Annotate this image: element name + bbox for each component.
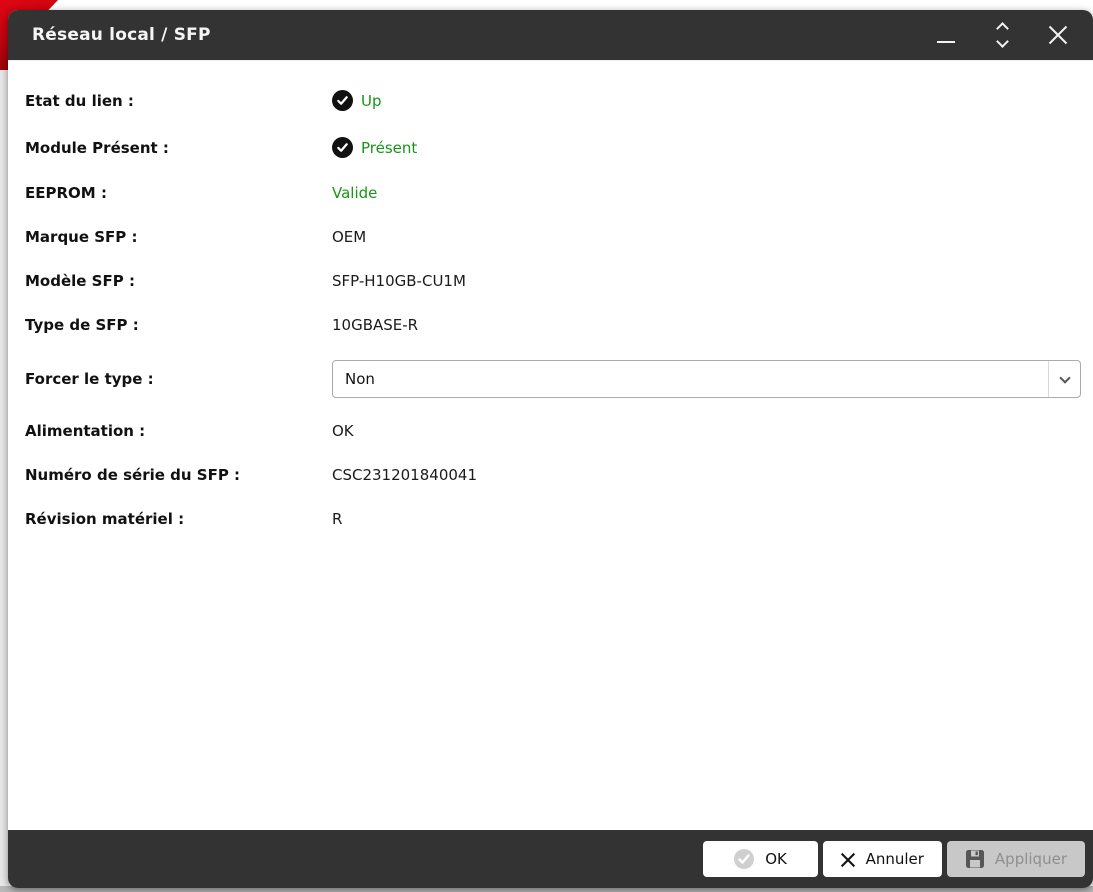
link-state-value: Up: [361, 91, 382, 110]
save-floppy-icon: [965, 849, 985, 869]
dialog-titlebar: Réseau local / SFP: [8, 10, 1093, 61]
force-type-select[interactable]: Non: [332, 360, 1081, 398]
eeprom-value: Valide: [332, 184, 378, 202]
dialog-content: Etat du lien : Up Module Présent : Prése…: [8, 61, 1093, 830]
row-power: Alimentation : OK: [25, 422, 1081, 440]
field-label: Marque SFP :: [25, 228, 138, 246]
apply-button[interactable]: Appliquer: [946, 841, 1085, 877]
field-label: Alimentation :: [25, 422, 146, 440]
minimize-button[interactable]: [933, 20, 959, 50]
field-value: Up: [332, 90, 382, 111]
row-sfp-model: Modèle SFP : SFP-H10GB-CU1M: [25, 272, 1081, 290]
field-label: EEPROM :: [25, 184, 107, 202]
field-label: Modèle SFP :: [25, 272, 135, 290]
field-label: Etat du lien :: [25, 91, 134, 110]
window-controls: [933, 20, 1071, 50]
sfp-type-value: 10GBASE-R: [332, 316, 419, 334]
resize-button[interactable]: [989, 20, 1015, 50]
row-sfp-type: Type de SFP : 10GBASE-R: [25, 316, 1081, 334]
cancel-button[interactable]: Annuler: [822, 841, 942, 877]
row-force-type: Forcer le type : Non: [25, 360, 1081, 398]
sfp-model-value: SFP-H10GB-CU1M: [332, 272, 466, 290]
ok-button[interactable]: OK: [702, 841, 818, 877]
x-icon: [841, 852, 856, 867]
field-label: Numéro de série du SFP :: [25, 466, 241, 484]
field-label: Révision matériel :: [25, 510, 185, 528]
apply-button-label: Appliquer: [994, 850, 1067, 868]
field-label: Forcer le type :: [25, 370, 154, 388]
row-eeprom: EEPROM : Valide: [25, 184, 1081, 202]
check-circle-icon: [332, 137, 353, 158]
row-hardware-revision: Révision matériel : R: [25, 510, 1081, 528]
field-value: Présent: [332, 137, 417, 158]
close-button[interactable]: [1045, 20, 1071, 50]
sfp-dialog: Réseau local / SFP Etat du lien : Up Mod…: [8, 10, 1093, 888]
resize-icon: [995, 22, 1009, 48]
power-value: OK: [332, 422, 354, 440]
check-circle-icon: [733, 848, 755, 870]
hardware-revision-value: R: [332, 510, 343, 528]
dialog-title: Réseau local / SFP: [32, 25, 211, 45]
close-icon: [1048, 25, 1068, 45]
row-link-state: Etat du lien : Up: [25, 90, 1081, 111]
cancel-button-label: Annuler: [865, 850, 924, 868]
serial-number-value: CSC231201840041: [332, 466, 477, 484]
row-serial-number: Numéro de série du SFP : CSC231201840041: [25, 466, 1081, 484]
ok-button-label: OK: [765, 850, 787, 868]
field-label: Type de SFP :: [25, 316, 139, 334]
row-sfp-brand: Marque SFP : OEM: [25, 228, 1081, 246]
row-module-present: Module Présent : Présent: [25, 137, 1081, 158]
chevron-down-icon: [1058, 371, 1071, 384]
field-label: Module Présent :: [25, 138, 169, 157]
sfp-brand-value: OEM: [332, 228, 367, 246]
check-circle-icon: [332, 90, 353, 111]
dialog-footer: OK Annuler Appliquer: [8, 830, 1093, 888]
force-type-selected-value: Non: [345, 370, 375, 388]
module-present-value: Présent: [361, 138, 418, 157]
select-arrow-zone: [1048, 361, 1080, 397]
minimize-icon: [937, 41, 955, 43]
